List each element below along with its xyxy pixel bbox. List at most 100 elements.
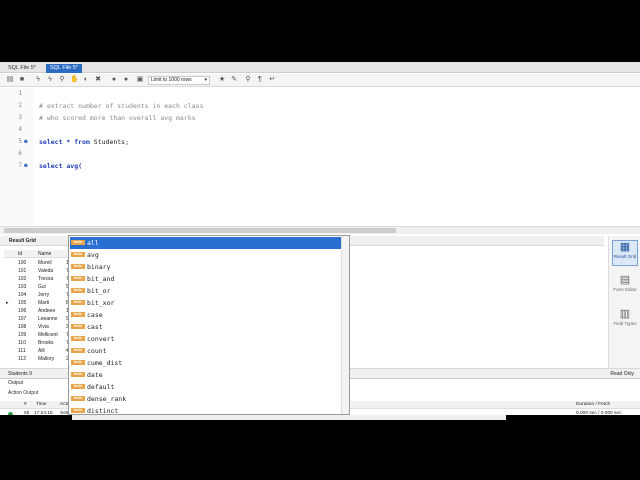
autocomplete-item[interactable]: fnctn count: [70, 345, 342, 357]
autocomplete-item[interactable]: fnctn cast: [70, 321, 342, 333]
table-cell[interactable]: Valeda: [38, 268, 53, 274]
function-icon: fnctn: [71, 360, 85, 365]
function-icon: fnctn: [71, 264, 85, 269]
cancel-icon[interactable]: ✖: [94, 76, 102, 84]
autocomplete-item-label: bit_xor: [87, 299, 115, 307]
side-panel-label: Form Editor: [613, 287, 637, 292]
sql-keyword: select avg(: [39, 162, 83, 170]
code-line[interactable]: 4: [0, 124, 640, 136]
table-cell[interactable]: Jerry: [38, 292, 49, 298]
table-cell[interactable]: Mellicent: [38, 332, 58, 338]
rollback-icon[interactable]: ●: [122, 76, 130, 84]
tab-sql-file-1[interactable]: SQL File 5*: [4, 64, 40, 73]
read-only-label: Read Only: [610, 371, 634, 377]
table-cell[interactable]: Marti: [38, 300, 49, 306]
side-panel-button[interactable]: ▥ Field Types: [612, 308, 638, 334]
autocomplete-item[interactable]: fnctn bit_xor: [70, 297, 342, 309]
autocomplete-item[interactable]: fnctn default: [70, 381, 342, 393]
autocomplete-item[interactable]: fnctn convert: [70, 333, 342, 345]
autocomplete-item-label: cast: [87, 323, 103, 331]
workbench-window: SQL File 5* SQL File 5* ▤ ■ ϟ ϟ ⚲ ✋ ◐ ✖ …: [0, 62, 640, 420]
side-panel-button[interactable]: ▦ Result Grid: [612, 240, 638, 266]
function-icon: fnctn: [71, 336, 85, 341]
explain-icon[interactable]: ⚲: [58, 76, 66, 84]
side-panel-button[interactable]: ▤ Form Editor: [612, 274, 638, 300]
autocomplete-item[interactable]: fnctn cume_dist: [70, 357, 342, 369]
autocomplete-item[interactable]: fnctn bit_or: [70, 285, 342, 297]
table-cell[interactable]: 109: [18, 332, 26, 338]
action-output-select[interactable]: Action Output: [8, 390, 38, 398]
limit-rows-select[interactable]: Limit to 1000 rows ▾: [148, 76, 210, 85]
autocomplete-item-label: case: [87, 311, 103, 319]
sql-editor[interactable]: 1 2 # extract number of students in each c…: [0, 88, 640, 226]
function-icon: fnctn: [71, 276, 85, 281]
autocommit-icon[interactable]: ▣: [136, 76, 144, 84]
table-cell[interactable]: Brooks: [38, 340, 54, 346]
table-cell[interactable]: 112: [18, 356, 26, 362]
autocomplete-scrollbar[interactable]: [341, 236, 349, 414]
favorite-icon[interactable]: ★: [218, 76, 226, 84]
save-icon[interactable]: ■: [18, 76, 26, 84]
code-line[interactable]: 7 ● select avg(: [0, 160, 640, 172]
autocomplete-item[interactable]: fnctn avg: [70, 249, 342, 261]
result-grid-tab[interactable]: Result Grid: [9, 238, 36, 244]
editor-horizontal-scrollbar[interactable]: [0, 226, 640, 234]
scrollbar-thumb[interactable]: [4, 228, 396, 233]
column-header-id[interactable]: Id: [18, 251, 22, 257]
table-cell[interactable]: Andeee: [38, 308, 55, 314]
result-side-panel: ▦ Result Grid ▤ Form Editor ▥ Field Types: [608, 236, 640, 368]
table-cell[interactable]: 110: [18, 340, 26, 346]
toggle-icon[interactable]: ◐: [82, 76, 90, 84]
find-icon[interactable]: ⚲: [244, 76, 252, 84]
column-header-name[interactable]: Name: [38, 251, 51, 257]
code-line[interactable]: 1: [0, 88, 640, 100]
result-tab-students[interactable]: Students 9: [8, 371, 32, 377]
autocomplete-item[interactable]: fnctn distinct: [70, 405, 342, 417]
table-cell[interactable]: 108: [18, 324, 26, 330]
table-cell[interactable]: 103: [18, 284, 26, 290]
open-file-icon[interactable]: ▤: [6, 76, 14, 84]
table-cell[interactable]: 111: [18, 348, 26, 354]
panel-view-icon: ▥: [619, 308, 631, 320]
code-line[interactable]: 6: [0, 148, 640, 160]
table-cell[interactable]: 106: [18, 308, 26, 314]
autocomplete-item[interactable]: fnctn dense_rank: [70, 393, 342, 405]
execute-icon[interactable]: ϟ: [34, 76, 42, 84]
code-line[interactable]: 2 # extract number of students in each cl…: [0, 100, 640, 112]
function-icon: fnctn: [71, 396, 85, 401]
table-cell[interactable]: Vivia: [38, 324, 49, 330]
line-number: 6: [18, 150, 22, 157]
autocomplete-item[interactable]: fnctn case: [70, 309, 342, 321]
beautify-icon[interactable]: ✎: [230, 76, 238, 84]
table-cell[interactable]: Leeanne: [38, 316, 57, 322]
autocomplete-item[interactable]: fnctn all: [70, 237, 342, 249]
table-cell[interactable]: 107: [18, 316, 26, 322]
commit-icon[interactable]: ●: [110, 76, 118, 84]
table-cell[interactable]: Gui: [38, 284, 46, 290]
autocomplete-popup[interactable]: fnctn all fnctn avg fnctn binary fnctn bit_and f…: [68, 235, 350, 415]
invisible-chars-icon[interactable]: ¶: [256, 76, 264, 84]
autocomplete-item[interactable]: fnctn date: [70, 369, 342, 381]
code-line[interactable]: 5 ● select * from Students;: [0, 136, 640, 148]
table-cell[interactable]: Alli: [38, 348, 45, 354]
table-cell[interactable]: 102: [18, 276, 26, 282]
autocomplete-item-label: dense_rank: [87, 395, 127, 403]
table-cell[interactable]: Tressa: [38, 276, 53, 282]
function-icon: fnctn: [71, 312, 85, 317]
table-cell[interactable]: Mureil: [38, 260, 52, 266]
table-cell[interactable]: 101: [18, 268, 26, 274]
table-cell[interactable]: 104: [18, 292, 26, 298]
tab-sql-file-2[interactable]: SQL File 5*: [46, 64, 82, 73]
autocomplete-item[interactable]: fnctn bit_and: [70, 273, 342, 285]
output-col-time: Time: [36, 402, 47, 407]
code-text: select avg(: [39, 160, 82, 172]
function-icon: fnctn: [71, 348, 85, 353]
table-cell[interactable]: 105: [18, 300, 26, 306]
wrap-icon[interactable]: ↵: [268, 76, 276, 84]
table-cell[interactable]: Mallory: [38, 356, 54, 362]
code-line[interactable]: 3 # who scored more than overall avg mark…: [0, 112, 640, 124]
table-cell[interactable]: 100: [18, 260, 26, 266]
stop-icon[interactable]: ✋: [70, 76, 79, 84]
execute-current-icon[interactable]: ϟ: [46, 76, 54, 84]
autocomplete-item[interactable]: fnctn binary: [70, 261, 342, 273]
